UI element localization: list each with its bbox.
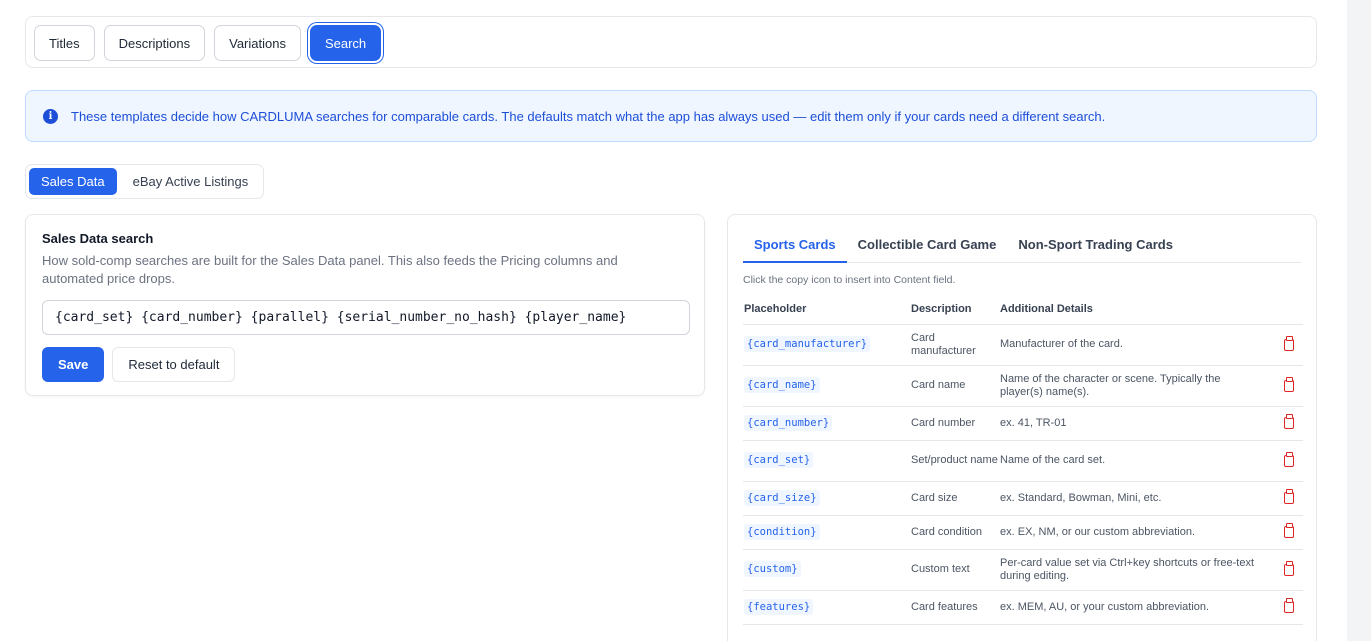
placeholder-description: Card features (910, 590, 999, 625)
placeholder-description: Card name (910, 365, 999, 407)
placeholder-details: Per-card value set via Ctrl+key shortcut… (999, 549, 1266, 591)
column-header-placeholder: Placeholder (743, 295, 910, 325)
clipboard-icon[interactable] (1284, 335, 1294, 351)
placeholder-details: ex. EX, NM, or our custom abbreviation. (999, 515, 1266, 550)
column-header-description: Description (910, 295, 999, 325)
placeholder-description: Set/product name (910, 440, 999, 482)
info-text: These templates decide how CARDLUMA sear… (71, 108, 1106, 124)
placeholder-code: {features} (744, 598, 814, 615)
placeholder-details: Name of the character or scene. Typicall… (999, 365, 1266, 407)
table-row: {card_name} Card name Name of the charac… (743, 365, 1303, 407)
reset-to-default-button[interactable]: Reset to default (112, 347, 236, 382)
placeholder-panel: Sports Cards Collectible Card Game Non-S… (727, 214, 1317, 641)
tab-descriptions[interactable]: Descriptions (103, 25, 206, 61)
clipboard-icon[interactable] (1284, 376, 1294, 392)
clipboard-icon[interactable] (1284, 523, 1294, 538)
table-row: {condition} Card condition ex. EX, NM, o… (743, 515, 1303, 550)
info-banner: i These templates decide how CARDLUMA se… (25, 90, 1317, 142)
placeholder-code: {card_manufacturer} (744, 336, 871, 352)
tab-search[interactable]: Search (309, 25, 382, 61)
placeholder-code: {custom} (744, 561, 801, 577)
tab-collectible-card-game[interactable]: Collectible Card Game (847, 231, 1008, 263)
tab-sports-cards[interactable]: Sports Cards (743, 231, 847, 263)
placeholder-description: Card manufacturer (910, 324, 999, 366)
placeholder-description: Custom text (910, 549, 999, 591)
sales-search-description: How sold-comp searches are built for the… (42, 253, 618, 286)
save-button[interactable]: Save (42, 347, 105, 382)
tab-non-sport-trading-cards[interactable]: Non-Sport Trading Cards (1007, 231, 1184, 263)
placeholder-code: {card_name} (744, 377, 820, 393)
info-icon: i (43, 108, 58, 124)
clipboard-icon[interactable] (1284, 560, 1294, 576)
clipboard-icon[interactable] (1284, 451, 1294, 467)
tab-titles[interactable]: Titles (34, 25, 95, 61)
column-header-details: Additional Details (999, 295, 1266, 325)
search-template-input[interactable] (42, 300, 690, 335)
placeholder-code: {card_number} (744, 414, 833, 431)
placeholder-category-tabs: Sports Cards Collectible Card Game Non-S… (743, 231, 1301, 263)
table-row: {card_set} Set/product name Name of the … (743, 440, 1303, 482)
placeholder-details: Manufacturer of the card. (999, 324, 1266, 366)
table-row: {card_number} Card number ex. 41, TR-01 (743, 406, 1303, 441)
table-row: {features} Card features ex. MEM, AU, or… (743, 590, 1303, 625)
sales-search-card: Sales Data search How sold-comp searches… (25, 214, 705, 396)
placeholder-description: Card size (910, 481, 999, 516)
placeholder-description: Card condition (910, 515, 999, 550)
subtab-ebay-active-listings[interactable]: eBay Active Listings (121, 168, 261, 195)
subtab-sales-data[interactable]: Sales Data (29, 168, 117, 195)
copy-hint: Click the copy icon to insert into Conte… (743, 274, 956, 286)
placeholder-details: ex. MEM, AU, or your custom abbreviation… (999, 590, 1266, 625)
placeholder-code: {condition} (744, 523, 820, 540)
table-row: {custom} Custom text Per-card value set … (743, 549, 1303, 591)
placeholder-code: {card_size} (744, 489, 820, 506)
placeholder-description: Card number (910, 406, 999, 441)
placeholder-table: Placeholder Description Additional Detai… (743, 295, 1303, 625)
table-row: {card_manufacturer} Card manufacturer Ma… (743, 324, 1303, 366)
sales-search-title: Sales Data search (42, 231, 154, 246)
placeholder-code: {card_set} (744, 452, 814, 468)
settings-page: Titles Descriptions Variations Search i … (0, 0, 1347, 641)
clipboard-icon[interactable] (1284, 489, 1294, 504)
placeholder-details: Name of the card set. (999, 440, 1266, 482)
clipboard-icon[interactable] (1284, 598, 1294, 613)
search-source-tabs: Sales Data eBay Active Listings (25, 164, 265, 199)
tab-variations[interactable]: Variations (214, 25, 301, 61)
clipboard-icon[interactable] (1284, 414, 1294, 429)
placeholder-details: ex. Standard, Bowman, Mini, etc. (999, 481, 1266, 516)
table-row: {card_size} Card size ex. Standard, Bowm… (743, 481, 1303, 516)
template-tabs: Titles Descriptions Variations Search (25, 16, 1317, 68)
placeholder-details: ex. 41, TR-01 (999, 406, 1266, 441)
